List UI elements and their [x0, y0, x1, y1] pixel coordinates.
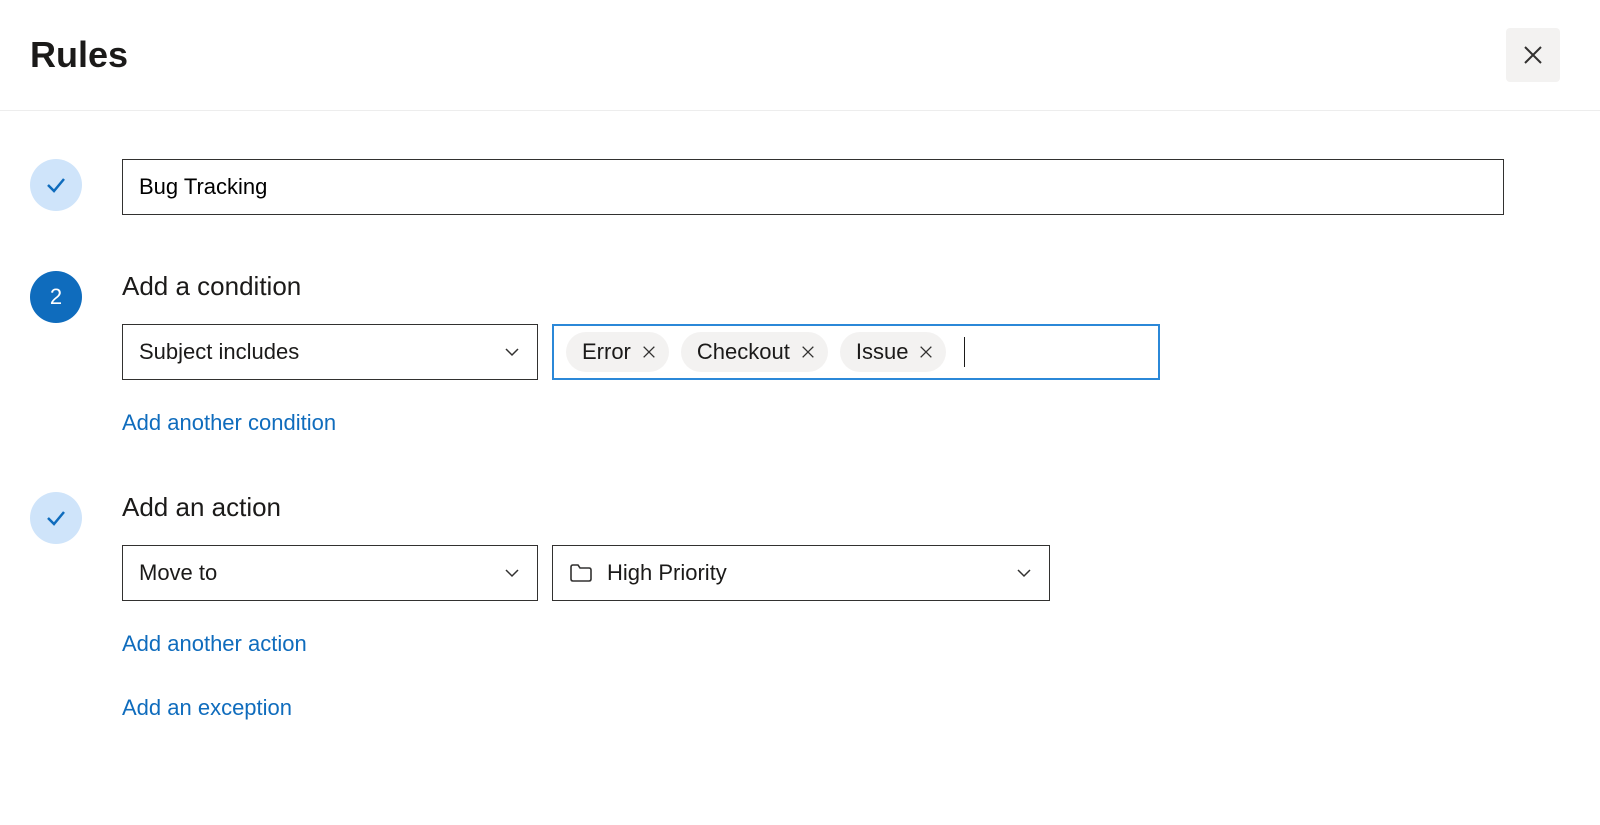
tag-remove-button[interactable] — [918, 344, 934, 360]
chevron-down-icon — [1015, 564, 1033, 582]
step-3-title: Add an action — [122, 492, 1560, 523]
dialog-title: Rules — [30, 34, 128, 76]
check-icon — [44, 506, 68, 530]
condition-type-value: Subject includes — [139, 339, 299, 365]
close-icon — [641, 344, 657, 360]
step-condition: 2 Add a condition Subject includes Error — [30, 271, 1560, 436]
check-icon — [44, 173, 68, 197]
close-icon — [918, 344, 934, 360]
tag-remove-button[interactable] — [800, 344, 816, 360]
tag-pill: Issue — [840, 332, 947, 372]
chevron-down-icon — [503, 564, 521, 582]
step-2-title: Add a condition — [122, 271, 1560, 302]
step-3-body: Add an action Move to High Priority Add … — [122, 492, 1560, 721]
action-controls: Move to High Priority — [122, 545, 1560, 601]
action-folder-select[interactable]: High Priority — [552, 545, 1050, 601]
condition-type-select[interactable]: Subject includes — [122, 324, 538, 380]
close-icon — [800, 344, 816, 360]
step-action: Add an action Move to High Priority Add … — [30, 492, 1560, 721]
step-1-body — [122, 159, 1560, 215]
add-exception-link[interactable]: Add an exception — [122, 695, 1560, 721]
add-another-action-link[interactable]: Add another action — [122, 631, 1560, 657]
tag-label: Checkout — [697, 339, 790, 365]
action-folder-value: High Priority — [607, 560, 727, 586]
step-2-number: 2 — [50, 284, 62, 310]
step-1-badge — [30, 159, 82, 211]
close-button[interactable] — [1506, 28, 1560, 82]
dialog-content: 2 Add a condition Subject includes Error — [0, 111, 1600, 797]
step-2-badge: 2 — [30, 271, 82, 323]
text-cursor — [964, 337, 965, 367]
tag-label: Issue — [856, 339, 909, 365]
add-another-condition-link[interactable]: Add another condition — [122, 410, 1560, 436]
action-type-select[interactable]: Move to — [122, 545, 538, 601]
condition-tags-input[interactable]: Error Checkout Issue — [552, 324, 1160, 380]
step-rule-name — [30, 159, 1560, 215]
step-2-body: Add a condition Subject includes Error C… — [122, 271, 1560, 436]
condition-controls: Subject includes Error Checkout — [122, 324, 1560, 380]
rule-name-input[interactable] — [122, 159, 1504, 215]
tag-pill: Checkout — [681, 332, 828, 372]
dialog-header: Rules — [0, 0, 1600, 111]
folder-icon — [569, 563, 593, 583]
tag-pill: Error — [566, 332, 669, 372]
chevron-down-icon — [503, 343, 521, 361]
step-3-badge — [30, 492, 82, 544]
action-type-value: Move to — [139, 560, 217, 586]
tag-remove-button[interactable] — [641, 344, 657, 360]
close-icon — [1521, 43, 1545, 67]
tag-label: Error — [582, 339, 631, 365]
